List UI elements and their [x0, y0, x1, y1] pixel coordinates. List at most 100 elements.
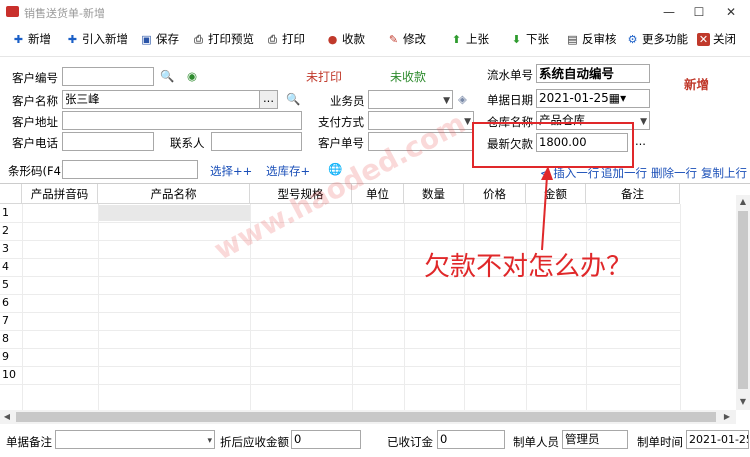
- row-number: 4: [2, 260, 9, 273]
- contact-label: 联系人: [170, 136, 205, 150]
- row-number: 5: [2, 278, 9, 291]
- row-number: 2: [2, 224, 9, 237]
- more-button[interactable]: ⚙ 更多功能: [626, 31, 688, 47]
- customer-name-label: 客户名称: [12, 94, 58, 108]
- selected-cell[interactable]: [98, 205, 250, 221]
- select-product-link[interactable]: 选择++: [210, 163, 252, 179]
- maker-label: 制单人员: [513, 435, 559, 449]
- received-input[interactable]: 0: [437, 430, 505, 449]
- floppy-icon: ▣: [141, 32, 152, 46]
- search-icon[interactable]: 🔍: [160, 69, 174, 83]
- col-header[interactable]: 价格: [464, 184, 526, 204]
- chevron-down-icon: ▾: [207, 436, 212, 446]
- row-divider: [0, 366, 680, 367]
- import-new-button[interactable]: ✚ 引入新增: [66, 31, 128, 47]
- annotation-highlight-box: [472, 122, 634, 168]
- plus-icon: ✚: [13, 32, 24, 46]
- new-button[interactable]: ✚ 新增: [12, 31, 51, 47]
- select-stock-link[interactable]: 选库存+: [266, 163, 310, 179]
- serial-label: 流水单号: [487, 68, 533, 82]
- annotation-text: 欠款不对怎么办？: [424, 252, 633, 282]
- row-divider: [0, 348, 680, 349]
- col-header[interactable]: 数量: [404, 184, 464, 204]
- gear-icon: ⚙: [627, 32, 638, 46]
- minimize-button[interactable]: —: [658, 3, 680, 21]
- col-divider: [22, 204, 23, 410]
- edit-icon: ✎: [388, 32, 399, 46]
- customer-order-label: 客户单号: [318, 136, 364, 150]
- col-header[interactable]: 产品拼音码: [22, 184, 98, 204]
- horizontal-scrollbar[interactable]: ◀ ▶: [0, 410, 736, 424]
- customer-addr-input[interactable]: [62, 111, 302, 130]
- reverse-audit-button[interactable]: ▤ 反审核: [566, 31, 616, 47]
- salesman-label: 业务员: [330, 94, 365, 108]
- scroll-right-icon: ▶: [723, 412, 731, 421]
- make-time-input[interactable]: 2021-01-25: [686, 430, 749, 449]
- plus-icon: ✚: [67, 32, 78, 46]
- coins-icon: ●: [327, 32, 338, 46]
- barcode-label: 条形码(F4): [8, 164, 66, 178]
- remark-select[interactable]: ▾: [55, 430, 215, 449]
- contact-input[interactable]: [211, 132, 302, 151]
- scroll-thumb[interactable]: [738, 211, 748, 389]
- refresh-icon[interactable]: ◉: [187, 69, 197, 83]
- discount-input[interactable]: 0: [291, 430, 361, 449]
- close-button[interactable]: ✕ 关闭: [697, 31, 736, 47]
- delete-row-link[interactable]: 删除一行: [651, 165, 697, 181]
- serial-input[interactable]: 系统自动编号: [536, 64, 650, 83]
- search-icon[interactable]: 🔍: [286, 92, 300, 106]
- make-time-label: 制单时间: [637, 435, 683, 449]
- col-divider: [680, 204, 681, 410]
- window-title: 销售送货单-新增: [24, 7, 105, 20]
- vertical-scrollbar[interactable]: ▲ ▼: [736, 195, 750, 410]
- row-divider: [0, 384, 680, 385]
- row-number: 1: [2, 206, 9, 219]
- customer-code-input[interactable]: [62, 67, 154, 86]
- date-label: 单据日期: [487, 93, 533, 107]
- collect-button[interactable]: ● 收款: [326, 31, 365, 47]
- modify-button[interactable]: ✎ 修改: [387, 31, 426, 47]
- print-button[interactable]: ⎙ 打印: [266, 31, 305, 47]
- row-number: 9: [2, 350, 9, 363]
- toolbar: ✚ 新增 ✚ 引入新增 ▣ 保存 ⎙ 打印预览 ⎙ 打印 ● 收款 ✎ 修改 ⬆ 上张 ⬇ 下张 …: [0, 27, 750, 53]
- down-arrow-icon: ⬇: [511, 32, 522, 46]
- row-divider: [0, 222, 680, 223]
- row-divider: [0, 294, 680, 295]
- col-divider: [404, 204, 405, 410]
- eraser-icon[interactable]: ◈: [458, 92, 467, 106]
- collect-status-text: 未收款: [390, 70, 427, 84]
- copy-row-link[interactable]: 复制上行: [701, 165, 747, 181]
- row-number: 7: [2, 314, 9, 327]
- title-bar: 销售送货单-新增 — ☐ ✕: [0, 0, 750, 24]
- customer-phone-input[interactable]: [62, 132, 154, 151]
- date-picker[interactable]: 2021-01-25▦▾: [536, 89, 650, 108]
- row-number: 10: [2, 368, 16, 381]
- maker-input[interactable]: 管理员: [562, 430, 628, 449]
- row-number: 6: [2, 296, 9, 309]
- product-grid[interactable]: 产品拼音码 产品名称 型号规格 单位 数量 价格 金额 备注 1 2 3 4 5…: [0, 183, 750, 427]
- scroll-up-icon: ▲: [739, 197, 747, 206]
- customer-browse-button[interactable]: ...: [259, 90, 278, 109]
- row-divider: [0, 312, 680, 313]
- salesman-select[interactable]: ▼: [368, 90, 453, 109]
- maximize-button[interactable]: ☐: [688, 3, 710, 21]
- close-window-button[interactable]: ✕: [720, 3, 742, 21]
- debt-more-button[interactable]: ...: [635, 134, 646, 148]
- print-preview-button[interactable]: ⎙ 打印预览: [192, 31, 254, 47]
- scroll-down-icon: ▼: [739, 397, 747, 406]
- save-button[interactable]: ▣ 保存: [140, 31, 179, 47]
- col-divider: [586, 204, 587, 410]
- next-button[interactable]: ⬇ 下张: [510, 31, 549, 47]
- customer-phone-label: 客户电话: [12, 136, 58, 150]
- chevron-down-icon: ▼: [443, 96, 450, 106]
- customer-name-input[interactable]: 张三峰: [62, 90, 278, 109]
- row-number: 8: [2, 332, 9, 345]
- col-header[interactable]: 产品名称: [98, 184, 250, 204]
- remark-label: 单据备注: [6, 435, 52, 449]
- scroll-thumb[interactable]: [16, 412, 716, 422]
- pay-method-label: 支付方式: [318, 115, 364, 129]
- barcode-input[interactable]: [62, 160, 198, 179]
- prev-button[interactable]: ⬆ 上张: [450, 31, 489, 47]
- col-header[interactable]: 备注: [586, 184, 680, 204]
- scroll-left-icon: ◀: [3, 412, 11, 421]
